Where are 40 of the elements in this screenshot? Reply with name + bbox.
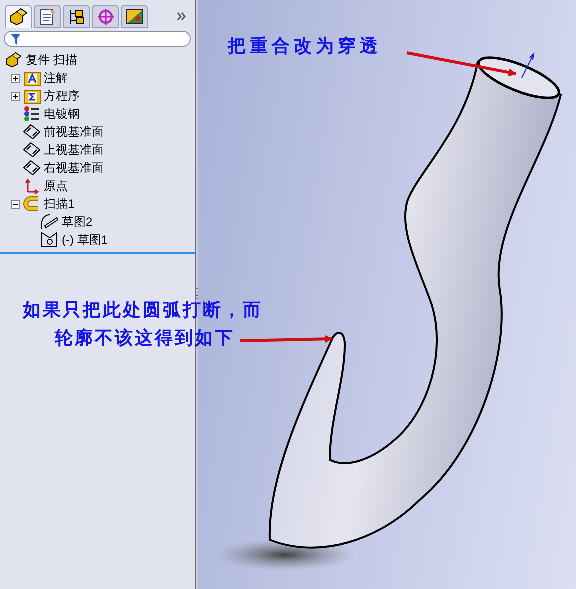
plane-icon	[23, 124, 41, 140]
plus-icon	[12, 92, 18, 100]
annotation-text: 把重合改为穿透	[228, 36, 382, 56]
chevrons-right-icon[interactable]	[177, 12, 187, 21]
sketch-icon	[41, 232, 59, 248]
display-icon	[126, 8, 144, 26]
part-icon	[5, 52, 23, 68]
expand-toggle[interactable]	[10, 74, 20, 82]
panel-tab[interactable]	[5, 5, 32, 28]
tree-item[interactable]: 扫描1	[44, 198, 75, 210]
material-icon	[24, 106, 40, 122]
expand-toggle[interactable]	[10, 92, 20, 100]
sweep-icon	[23, 196, 41, 212]
plane-icon	[23, 142, 41, 158]
tree-item[interactable]: 前视基准面	[44, 126, 104, 138]
collapse-toggle[interactable]	[10, 200, 20, 208]
tree-item[interactable]: 草图2	[62, 216, 93, 228]
tree-item[interactable]: 电镀钢	[44, 108, 80, 120]
tree-item[interactable]: 右视基准面	[44, 162, 104, 174]
tree-item[interactable]: (-) 草图1	[62, 234, 108, 246]
filter-field[interactable]	[4, 31, 191, 47]
folder-icon	[24, 70, 40, 86]
plane-icon	[23, 160, 41, 176]
document-icon	[38, 8, 56, 26]
panel-tab[interactable]	[63, 5, 90, 28]
tree-item[interactable]: 复件 扫描	[26, 54, 78, 66]
tree-item[interactable]: 上视基准面	[44, 144, 104, 156]
crosshair-icon	[96, 8, 114, 26]
panel-tab[interactable]	[121, 5, 148, 28]
sketch-icon	[41, 214, 59, 230]
plus-icon	[12, 74, 18, 82]
tree-item[interactable]: 方程序	[44, 90, 80, 102]
origin-icon	[24, 178, 40, 194]
hierarchy-icon	[68, 8, 86, 26]
filter-icon	[11, 34, 21, 44]
tree-item[interactable]: 注解	[44, 72, 68, 84]
folder-icon	[24, 88, 40, 104]
panel-tab[interactable]	[34, 5, 61, 28]
tree-item[interactable]: 原点	[44, 180, 68, 192]
part-icon	[8, 8, 28, 26]
